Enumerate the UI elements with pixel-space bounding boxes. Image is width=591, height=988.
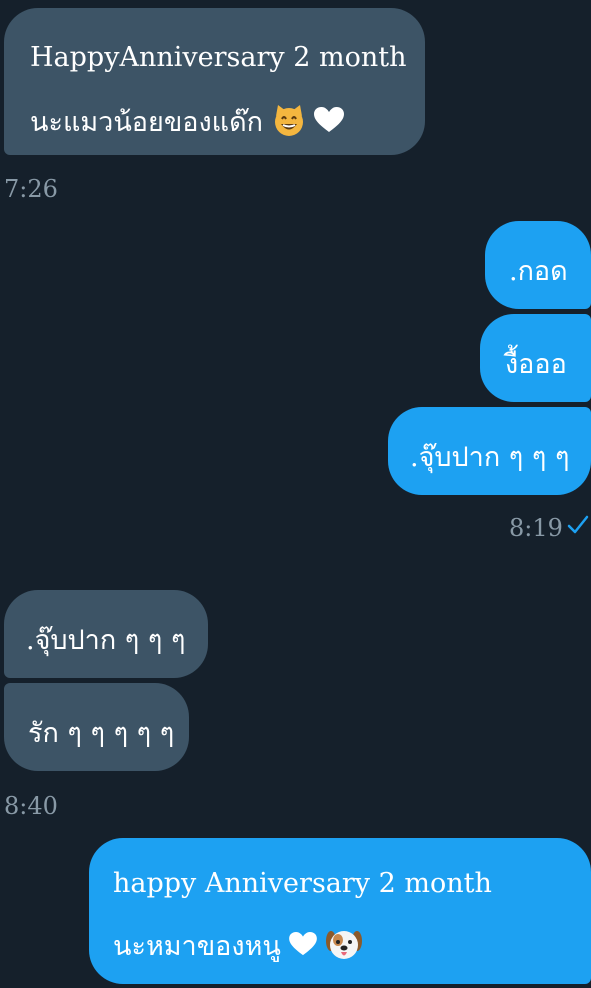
- outgoing-message-bubble[interactable]: .กอด: [485, 221, 591, 309]
- message-timestamp: 7:26: [4, 175, 58, 203]
- message-text: งื้อออ: [505, 349, 567, 380]
- message-text: HappyAnniversary 2 month: [30, 42, 407, 73]
- incoming-message-bubble[interactable]: รัก ๆ ๆ ๆ ๆ ๆ: [4, 683, 189, 771]
- message-text: นะแมวน้อยของแด๊ก: [30, 100, 345, 144]
- dog-face-icon: [326, 927, 363, 968]
- message-text: happy Anniversary 2 month: [113, 868, 492, 899]
- message-text: นะหมาของหนู: [113, 924, 363, 968]
- outgoing-message-bubble[interactable]: .จุ๊บปาก ๆ ๆ ๆ: [388, 407, 591, 495]
- message-text-thai: นะแมวน้อยของแด๊ก: [30, 107, 263, 138]
- message-timestamp: 8:40: [4, 792, 58, 820]
- incoming-message-bubble[interactable]: .จุ๊บปาก ๆ ๆ ๆ: [4, 590, 208, 678]
- message-text: .จุ๊บปาก ๆ ๆ ๆ: [26, 625, 186, 656]
- outgoing-message-bubble[interactable]: happy Anniversary 2 month นะหมาของหนู: [89, 838, 591, 984]
- incoming-message-bubble[interactable]: HappyAnniversary 2 month นะแมวน้อยของแด๊…: [4, 8, 425, 155]
- cat-face-icon: [272, 103, 306, 144]
- message-text: รัก ๆ ๆ ๆ ๆ ๆ: [28, 718, 175, 749]
- read-check-icon: [567, 515, 589, 539]
- message-timestamp: 8:19: [509, 514, 563, 542]
- message-text-thai: นะหมาของหนู: [113, 931, 281, 962]
- heart-icon: [289, 932, 318, 963]
- message-text: .จุ๊บปาก ๆ ๆ ๆ: [410, 442, 570, 473]
- outgoing-message-bubble[interactable]: งื้อออ: [480, 314, 591, 402]
- message-text: .กอด: [509, 256, 568, 287]
- heart-icon: [314, 107, 345, 140]
